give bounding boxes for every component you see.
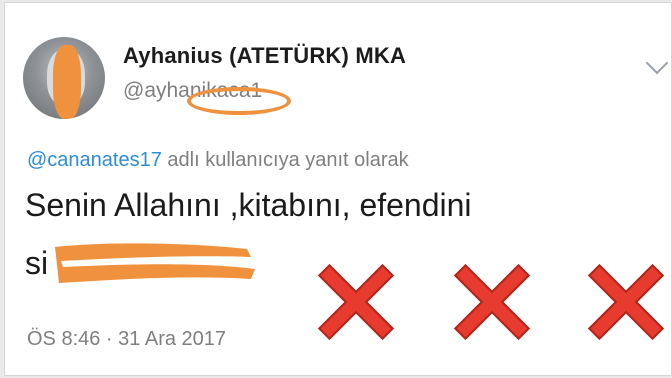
reply-context: @cananates17 adlı kullanıcıya yanıt olar… [27,149,409,172]
tweet-text-line-2: si [25,245,49,281]
handle-censor-scribble [187,87,291,115]
tweet-text-line-1: Senin Allahını ,kitabını, efendini [25,187,472,223]
chevron-down-icon[interactable] [645,51,669,75]
x-mark-icon [453,263,531,341]
text-censor-scribble [55,243,255,283]
x-mark-icon [587,263,665,341]
reply-context-text: adlı kullanıcıya yanıt olarak [161,149,409,171]
tweet-timestamp[interactable]: ÖS 8:46 · 31 Ara 2017 [27,328,226,351]
display-name[interactable]: Ayhanius (ATETÜRK) MKA [123,43,406,69]
reply-mention-link[interactable]: @cananates17 [27,149,162,171]
avatar-censor-scribble [53,45,81,119]
tweet-card: Ayhanius (ATETÜRK) MKA @ayhanikaca1 @can… [4,2,672,376]
avatar[interactable] [23,37,105,119]
x-mark-icon [317,263,395,341]
